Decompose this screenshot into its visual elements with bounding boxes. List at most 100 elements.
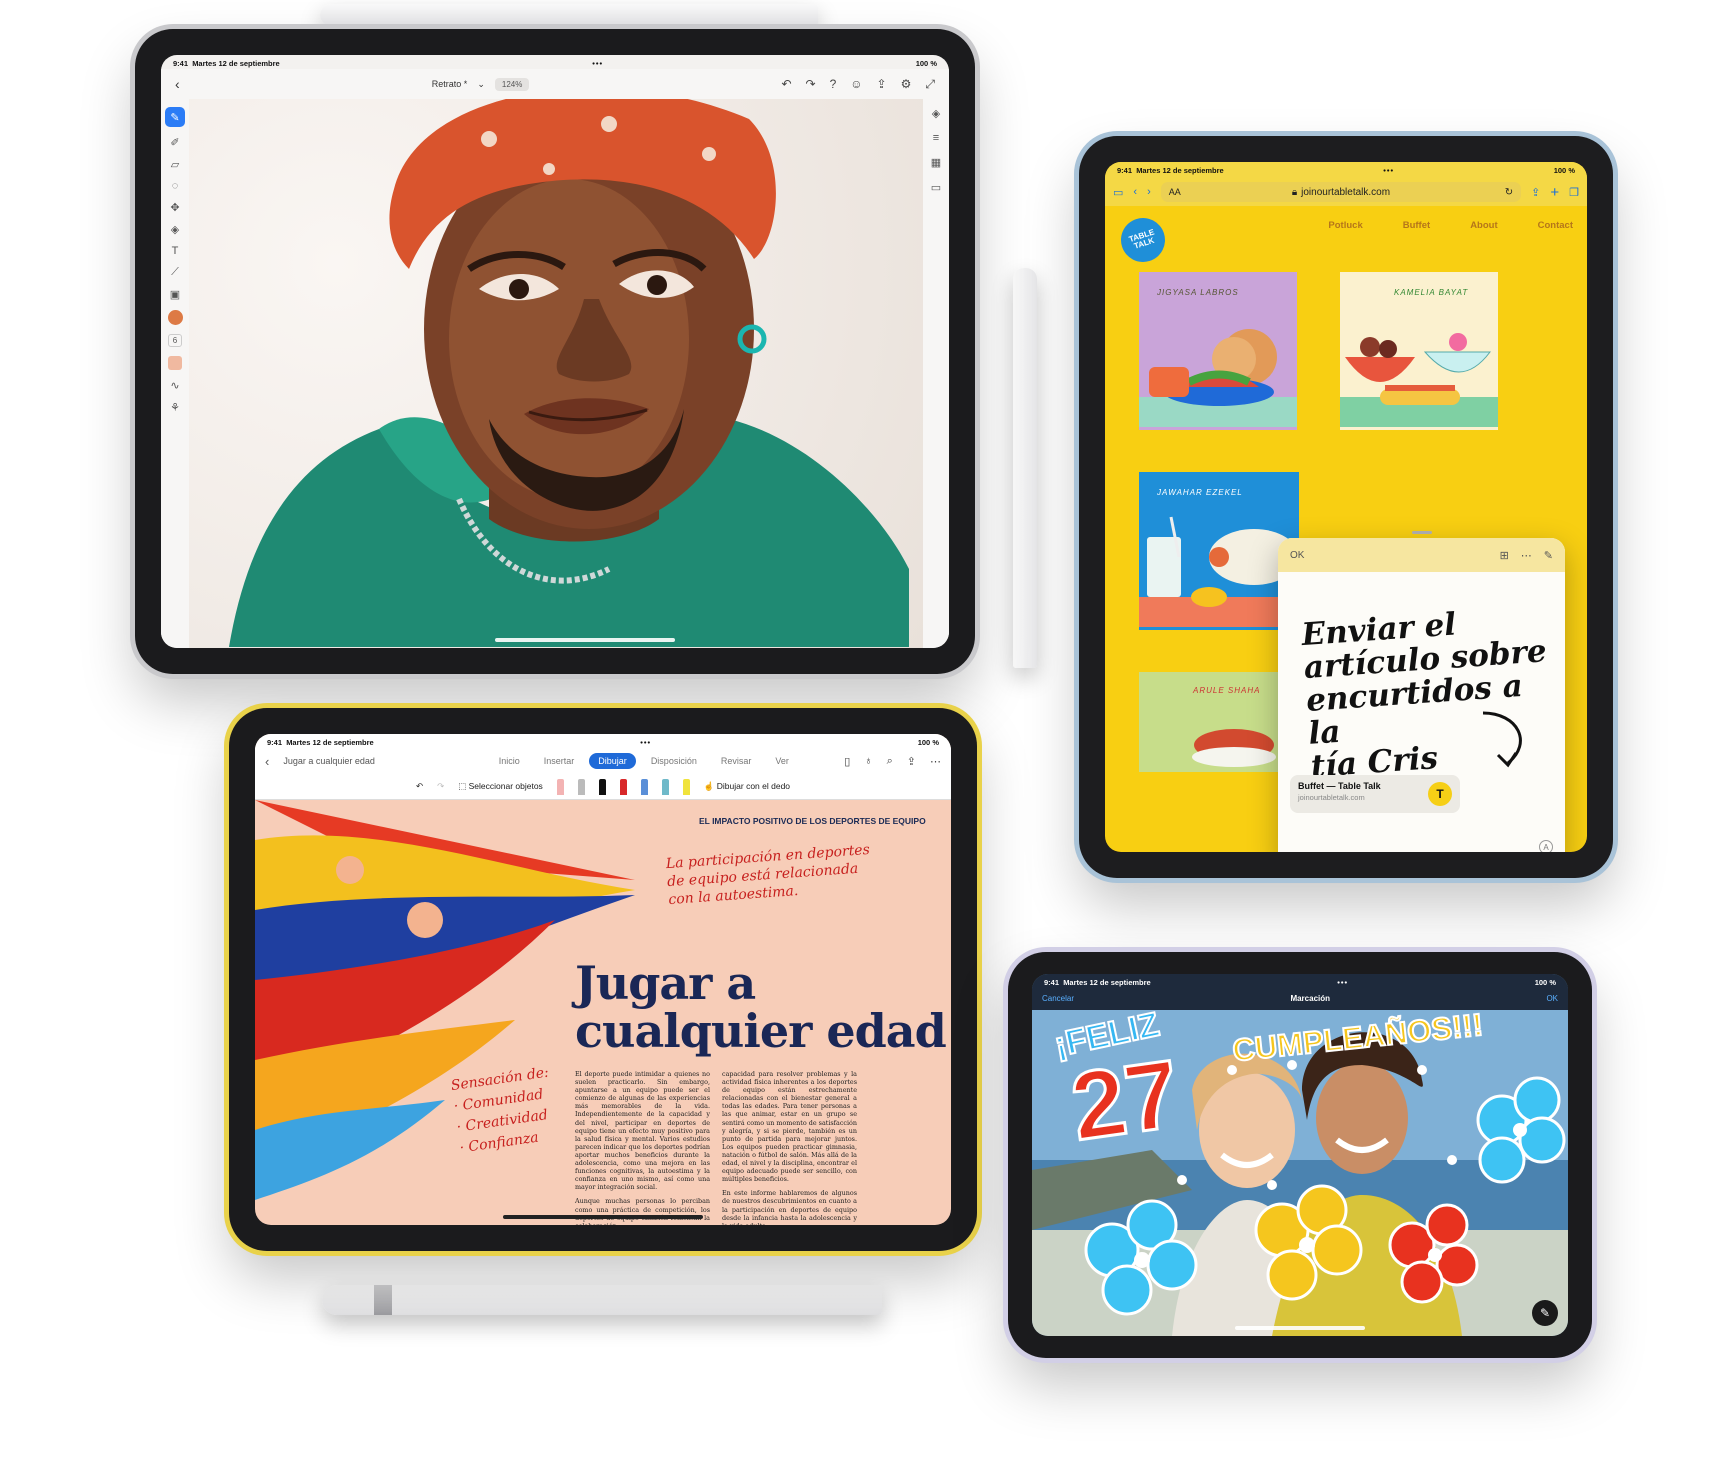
opacity-swatch-icon[interactable]	[168, 356, 182, 370]
compose-icon[interactable]: ✎	[1544, 549, 1553, 562]
eyedropper-icon[interactable]: ⟋	[171, 266, 179, 279]
undo-icon[interactable]: ↶	[781, 77, 791, 92]
col1-p1: El deporte puede intimidar a quienes no …	[575, 1070, 710, 1192]
finger-draw-label: Dibujar con el dedo	[716, 781, 791, 791]
settings-icon[interactable]: ⚙	[901, 77, 912, 92]
recipe-card-1[interactable]: JIGYASA LABROS	[1139, 272, 1297, 430]
new-tab-icon[interactable]: +	[1550, 184, 1559, 201]
brush-icon[interactable]: ✎	[165, 107, 185, 127]
markup-circle-icon[interactable]: A	[1539, 840, 1553, 852]
chevron-left-icon[interactable]: ‹	[265, 754, 269, 769]
device-icon[interactable]: ▯	[844, 755, 850, 768]
layers-icon[interactable]: ◈	[932, 107, 940, 120]
tab-inicio[interactable]: Inicio	[490, 753, 529, 769]
adjust-icon[interactable]: ≡	[933, 132, 939, 144]
status-date: Martes 12 de septiembre	[1136, 165, 1224, 175]
multitask-dots[interactable]: •••	[1337, 978, 1348, 987]
tab-disposicion[interactable]: Disposición	[642, 753, 706, 769]
sidebar-icon[interactable]: ▭	[1113, 186, 1123, 199]
pen-black-tool[interactable]	[598, 778, 606, 795]
comment-icon[interactable]: ▭	[931, 181, 941, 194]
document-title[interactable]: Retrato *	[432, 79, 468, 89]
ok-button[interactable]: OK	[1546, 994, 1558, 1003]
lasso-icon[interactable]: ◌	[172, 180, 179, 192]
zoom-level[interactable]: 124%	[494, 77, 530, 91]
pencil-tool[interactable]	[577, 778, 585, 795]
pen-tip-icon[interactable]: ✎	[1532, 1300, 1558, 1326]
share-icon[interactable]: ⇪	[907, 755, 916, 768]
card-1-label: JIGYASA LABROS	[1157, 288, 1239, 297]
undo-icon[interactable]: ↶	[416, 781, 423, 792]
tab-dibujar[interactable]: Dibujar	[589, 753, 636, 769]
share-icon[interactable]: ⇪	[877, 77, 887, 92]
article-body[interactable]: El deporte puede intimidar a quienes no …	[575, 1070, 857, 1225]
recipe-card-2[interactable]: KAMELIA BAYAT	[1340, 272, 1498, 430]
eraser-icon[interactable]: ▱	[171, 158, 179, 171]
table-talk-logo[interactable]: TABLE TALK	[1115, 212, 1171, 268]
ipad-mini-markup: 9:41 Martes 12 de septiembre ••• 100 % C…	[1008, 952, 1592, 1358]
finger-draw-toggle[interactable]: ☝ Dibujar con el dedo	[704, 781, 790, 792]
help-icon[interactable]: ?	[830, 77, 837, 92]
back-icon[interactable]: ‹	[1133, 186, 1137, 198]
search-icon[interactable]: ⌕	[887, 755, 893, 768]
wave-icon[interactable]: ∿	[170, 379, 179, 392]
expand-icon[interactable]: ⤢	[925, 77, 935, 92]
image-icon[interactable]: ▣	[170, 288, 180, 301]
pen-red-tool[interactable]	[619, 778, 627, 795]
eraser-tool[interactable]	[556, 778, 564, 795]
select-objects-button[interactable]: ⬚ Seleccionar objetos	[458, 781, 543, 792]
more-icon[interactable]: ⋯	[930, 755, 941, 768]
home-indicator[interactable]	[1235, 1326, 1365, 1330]
address-bar[interactable]: AA 🔒︎ joinourtabletalk.com ↻	[1160, 182, 1522, 202]
transform-icon[interactable]: ✥	[170, 201, 179, 214]
forward-icon[interactable]: ›	[1147, 186, 1151, 198]
home-indicator[interactable]	[495, 638, 675, 642]
home-indicator[interactable]	[503, 1215, 703, 1219]
col1-p2: Aunque muchas personas lo perciban como …	[575, 1197, 710, 1225]
color-swatch[interactable]	[167, 310, 183, 325]
reader-aa-button[interactable]: AA	[1169, 187, 1181, 197]
fill-icon[interactable]: ◈	[171, 223, 179, 236]
smudge-icon[interactable]: ✐	[170, 136, 179, 149]
note-grabber[interactable]	[1411, 531, 1432, 534]
tab-insertar[interactable]: Insertar	[535, 753, 584, 769]
reload-icon[interactable]: ↻	[1505, 187, 1513, 198]
nav-about[interactable]: About	[1470, 220, 1497, 231]
recipe-card-3[interactable]: JAWAHAR EZEKEL	[1139, 472, 1299, 630]
multitask-dots[interactable]: •••	[1383, 166, 1394, 175]
nav-potluck[interactable]: Potluck	[1328, 220, 1362, 231]
recipe-card-4[interactable]: ARULE SHAHA	[1139, 672, 1299, 772]
highlighter-tool[interactable]	[682, 778, 690, 795]
grid-icon[interactable]: ▦	[931, 156, 941, 169]
stamp-icon[interactable]: ⚘	[170, 401, 180, 414]
chevron-left-icon[interactable]: ‹	[175, 76, 180, 92]
nav-buffet[interactable]: Buffet	[1403, 220, 1430, 231]
text-icon[interactable]: T	[172, 245, 179, 257]
tab-ver[interactable]: Ver	[766, 753, 798, 769]
apple-pencil-top	[320, 4, 818, 26]
document-title[interactable]: Jugar a cualquier edad	[283, 756, 443, 766]
status-bar: 9:41 Martes 12 de septiembre ••• 100 %	[1105, 162, 1587, 178]
quick-note-panel[interactable]: OK ⊞ ⋯ ✎ Enviar el artículo sobre encurt…	[1278, 531, 1565, 852]
lightbulb-icon[interactable]: ♁	[864, 755, 872, 768]
portrait-canvas[interactable]	[189, 99, 923, 648]
multitask-dots[interactable]: •••	[592, 59, 603, 68]
brush-size[interactable]: 6	[167, 334, 183, 347]
tabs-icon[interactable]: ❐	[1569, 186, 1579, 199]
share-icon[interactable]: ⇪	[1531, 186, 1540, 199]
note-ok-button[interactable]: OK	[1290, 550, 1304, 561]
chevron-down-icon[interactable]: ⌄	[477, 79, 485, 90]
nav-contact[interactable]: Contact	[1538, 220, 1573, 231]
pen-blue-tool[interactable]	[640, 778, 648, 795]
user-icon[interactable]: ☺	[850, 77, 862, 92]
word-toolbar: ‹ Jugar a cualquier edad Inicio Insertar…	[255, 748, 951, 774]
cancel-button[interactable]: Cancelar	[1042, 994, 1074, 1003]
tab-revisar[interactable]: Revisar	[712, 753, 761, 769]
grid-icon[interactable]: ⊞	[1500, 549, 1509, 562]
status-time: 9:41	[1044, 977, 1060, 987]
more-icon[interactable]: ⋯	[1521, 549, 1532, 562]
pen-teal-tool[interactable]	[661, 778, 669, 795]
redo-icon[interactable]: ↷	[806, 77, 816, 92]
multitask-dots[interactable]: •••	[640, 738, 651, 747]
redo-icon[interactable]: ↷	[437, 781, 444, 792]
